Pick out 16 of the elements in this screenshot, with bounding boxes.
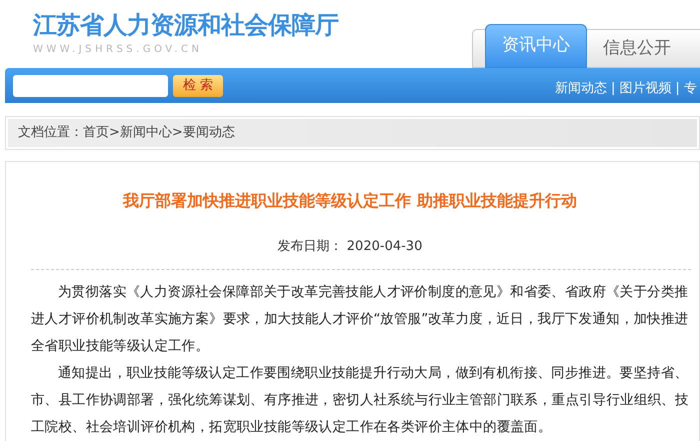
nav-link[interactable]: 新闻动态 — [555, 79, 607, 98]
nav-link[interactable]: 专 — [684, 79, 697, 98]
site-title: 江苏省人力资源和社会保障厅 — [33, 10, 338, 40]
publish-date: 发布日期： 2020-04-30 — [276, 238, 424, 256]
article-title: 我厅部署加快推进职业技能等级认定工作 助推职业技能提升行动 — [122, 190, 578, 212]
search-button[interactable]: 检 索 — [173, 74, 223, 96]
site-url: WWW.JSHRSS.GOV.CN — [33, 43, 204, 57]
article-paragraph: 通知提出，职业技能等级认定工作要围绕职业技能提升行动大局，做到有机衔接、同步推进。要坚持省、市、县工作协调部署，强化统筹谋划、有序推进，密切人社系统与行业主管部门联系，重点引导行业组织、技工院校、社会培训评价机构，拓宽职业技能等级认定工作在各类评价主体中的覆盖面。 — [31, 364, 690, 436]
link-separator: | — [611, 80, 616, 98]
nav-tab[interactable]: 信息公开 — [587, 29, 687, 68]
nav-tab[interactable]: 资讯中心 — [485, 24, 587, 68]
nav-link[interactable]: 图片视频 — [619, 79, 672, 98]
breadcrumb: 文档位置：首页>新闻中心>要闻动态 — [18, 124, 235, 142]
link-separator: | — [675, 80, 680, 98]
article-paragraph: 为贯彻落实《人力资源社会保障部关于改革完善技能人才评价制度的意见》和省委、省政府《关于分类推进人才评价机制改革实施方案》要求，加大技能人才评价“放管服”改革力度，近日，我厅下发通知，加快推进全省职业技能等级认定工作。 — [31, 282, 690, 356]
search-field[interactable] — [13, 74, 168, 96]
